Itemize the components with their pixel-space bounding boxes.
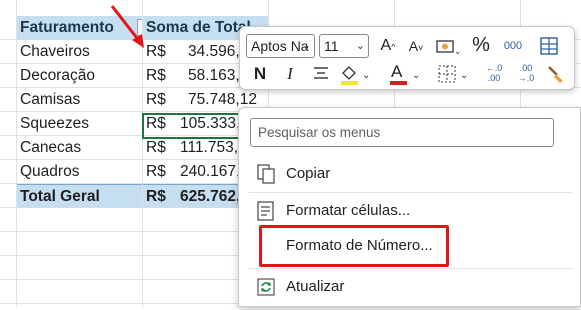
menu-separator [249, 192, 573, 193]
currency-symbol: R$ [146, 43, 166, 60]
decrease-font-icon[interactable]: A˅ [405, 35, 427, 57]
increase-decimal-icon[interactable]: ←.0.00 [480, 63, 508, 85]
borders-icon[interactable]: ⌄ [436, 63, 472, 85]
font-size-box[interactable]: 11 ⌄ [319, 34, 369, 58]
menu-separator [249, 268, 573, 269]
svg-text:⌄: ⌄ [460, 70, 468, 81]
increase-font-icon[interactable]: A^ [377, 35, 399, 57]
svg-text:⌄: ⌄ [362, 70, 370, 81]
menu-item-copy[interactable]: Copiar [239, 158, 581, 190]
percent-icon[interactable]: % [470, 34, 492, 56]
value-amount: 58.163, [188, 67, 240, 84]
row-label-cell[interactable]: Canecas [17, 136, 142, 160]
accounting-format-icon[interactable]: ⌄ [433, 35, 463, 57]
currency-symbol: R$ [146, 91, 166, 108]
decrease-decimal-icon[interactable]: .00 →.0 [512, 63, 540, 85]
italic-icon[interactable]: I [280, 63, 300, 85]
row-label-cell[interactable]: Decoração [17, 64, 142, 88]
row-label-cell[interactable]: Quadros [17, 160, 142, 184]
mini-toolbar: Aptos Na ⌄ 11 ⌄ A^ A˅ ⌄ % 000 N I ⌄ A ⌄ … [239, 26, 575, 90]
chevron-down-icon[interactable]: ⌄ [302, 35, 311, 57]
currency-symbol: R$ [146, 67, 166, 84]
row-label-cell[interactable]: Squeezes [17, 112, 142, 136]
fill-color-icon[interactable]: ⌄ [338, 63, 372, 85]
menu-item-refresh[interactable]: Atualizar [239, 271, 581, 303]
value-amount: 625.762, [180, 188, 241, 205]
grand-total-label[interactable]: Total Geral [17, 184, 142, 208]
row-label-cell[interactable]: Camisas [17, 88, 142, 112]
row-labels-header-text: Faturamento [20, 19, 114, 36]
value-amount: 240.167, [180, 163, 241, 180]
menu-item-label: Atualizar [286, 278, 345, 295]
svg-text:⌄: ⌄ [454, 46, 462, 56]
comma-style-icon[interactable]: 000 [498, 35, 528, 57]
currency-symbol: R$ [146, 139, 166, 156]
currency-symbol: R$ [146, 163, 166, 180]
font-name-box[interactable]: Aptos Na ⌄ [246, 34, 315, 58]
font-size-value: 11 [324, 38, 339, 54]
bold-icon[interactable]: N [250, 63, 270, 85]
grow-font-letter: A [380, 37, 392, 54]
menu-item-label: Formatar células... [286, 202, 411, 219]
menu-item-format-cells[interactable]: Formatar células... [239, 195, 581, 227]
align-center-icon[interactable] [310, 63, 332, 85]
format-cells-icon [255, 200, 277, 222]
context-menu: Pesquisar os menus Copiar Formatar célul… [238, 107, 581, 307]
highlight-box-annotation [259, 225, 449, 267]
menu-search-placeholder: Pesquisar os menus [258, 125, 381, 140]
refresh-icon [255, 276, 277, 298]
values-header-text: Soma de Total [146, 19, 251, 36]
copy-icon [255, 163, 277, 185]
chevron-down-icon[interactable]: ⌄ [356, 35, 365, 57]
font-color-letter: A [391, 62, 403, 81]
currency-symbol: R$ [146, 188, 166, 205]
menu-search-input[interactable]: Pesquisar os menus [250, 118, 554, 147]
shrink-font-letter: A [408, 38, 419, 54]
menu-item-label: Copiar [286, 165, 331, 182]
format-painter-icon[interactable] [544, 63, 568, 85]
value-amount: 111.753, [180, 139, 239, 156]
table-format-icon[interactable] [536, 35, 562, 57]
font-color-icon[interactable]: A ⌄ [388, 62, 422, 85]
red-arrow-annotation [110, 5, 144, 48]
font-name-value: Aptos Na [251, 38, 309, 54]
value-amount: 34.596, [188, 43, 240, 60]
svg-text:⌄: ⌄ [412, 70, 420, 81]
